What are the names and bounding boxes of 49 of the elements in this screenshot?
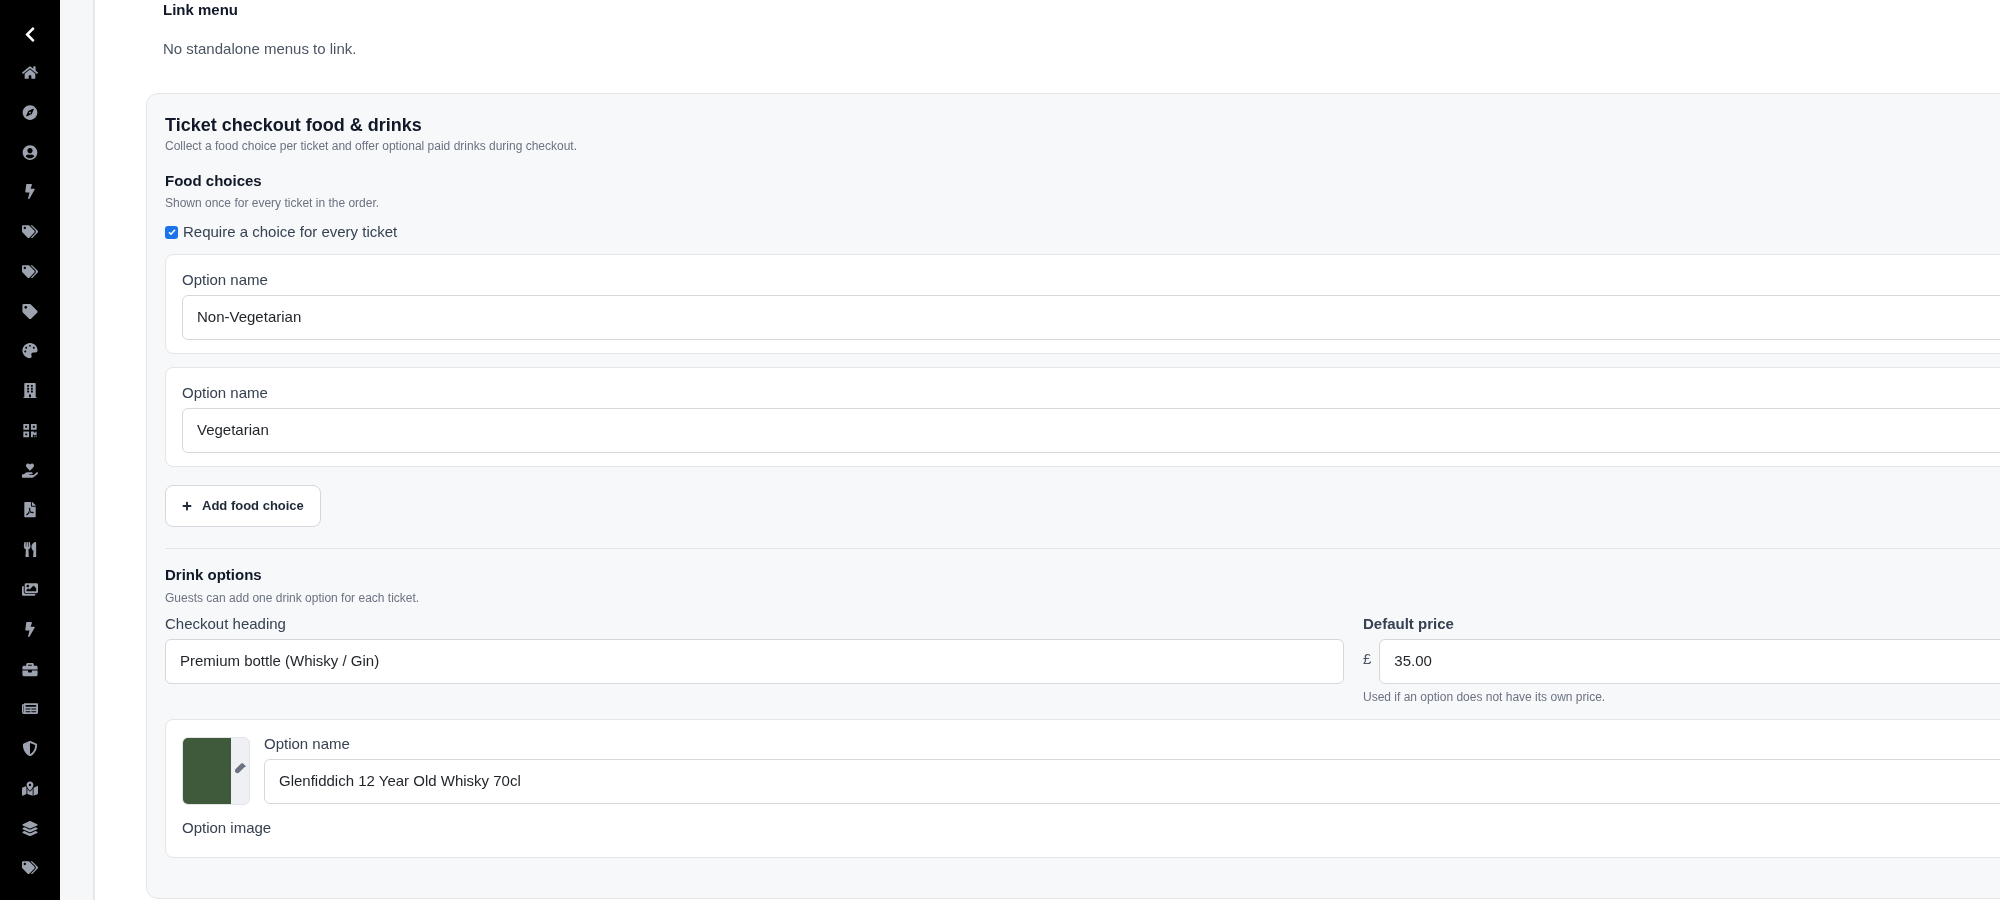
home-icon[interactable] — [22, 65, 38, 81]
qr-code-icon[interactable] — [22, 422, 38, 439]
field-label: Default price — [1363, 615, 1455, 633]
tags-icon[interactable] — [22, 860, 38, 876]
section-description: Guests can add one drink option for each ticket. — [165, 590, 421, 606]
images-icon[interactable] — [22, 582, 38, 598]
photo-placeholder — [183, 738, 231, 804]
newspaper-icon[interactable] — [22, 701, 38, 717]
user-icon[interactable] — [22, 144, 38, 160]
text-field[interactable]: Vegetarian — [182, 408, 2000, 453]
section-description: Shown once for every ticket in the order. — [165, 195, 381, 211]
map-icon[interactable] — [22, 780, 38, 796]
card-title: Ticket checkout food & drinks — [165, 114, 423, 136]
briefcase-icon[interactable] — [22, 661, 38, 677]
field-label: Option name — [182, 271, 269, 289]
palette-icon[interactable] — [22, 343, 38, 359]
utensils-icon[interactable] — [22, 542, 38, 558]
section-heading: Link menu — [163, 1, 239, 19]
text-field[interactable]: Non-Vegetarian — [182, 295, 2000, 340]
back-icon[interactable] — [23, 26, 37, 44]
checkbox-label: Require a choice for every ticket — [183, 223, 398, 241]
currency-symbol: £ — [1363, 650, 1372, 668]
section-heading: Food choices — [165, 172, 263, 190]
shield-icon[interactable] — [22, 741, 38, 757]
card-subtitle: Collect a food choice per ticket and offer optional paid drinks during checkout. — [165, 138, 579, 154]
tags-icon[interactable] — [22, 224, 38, 240]
field-label: Checkout heading — [165, 615, 287, 633]
layers-icon[interactable] — [22, 820, 38, 836]
option-thumbnail[interactable] — [182, 737, 250, 805]
hand-heart-icon[interactable] — [22, 462, 38, 478]
add-food-choice-button[interactable]: Add food choice — [165, 485, 321, 527]
field-label: Option name — [264, 735, 351, 753]
building-icon[interactable] — [22, 383, 38, 399]
field-label: Option image — [182, 819, 273, 837]
lightning-icon[interactable] — [22, 621, 38, 637]
compass-icon[interactable] — [22, 104, 38, 120]
plus-icon — [182, 501, 192, 511]
field-label: Option name — [182, 384, 269, 402]
pdf-file-icon[interactable] — [22, 502, 38, 518]
empty-message: No standalone menus to link. — [163, 40, 358, 58]
lightning-icon[interactable] — [22, 184, 38, 200]
tags-icon[interactable] — [22, 263, 38, 280]
text-field[interactable]: Premium bottle (Whisky / Gin) — [165, 639, 1344, 684]
tag-icon[interactable] — [22, 303, 38, 319]
checkbox[interactable] — [165, 225, 178, 239]
field-hint: Used if an option does not have its own price. — [1363, 689, 1607, 705]
text-field[interactable]: Glenfiddich 12 Year Old Whisky 70cl — [264, 759, 2000, 804]
section-heading: Drink options — [165, 566, 263, 584]
text-field[interactable]: 35.00 — [1379, 639, 2000, 684]
